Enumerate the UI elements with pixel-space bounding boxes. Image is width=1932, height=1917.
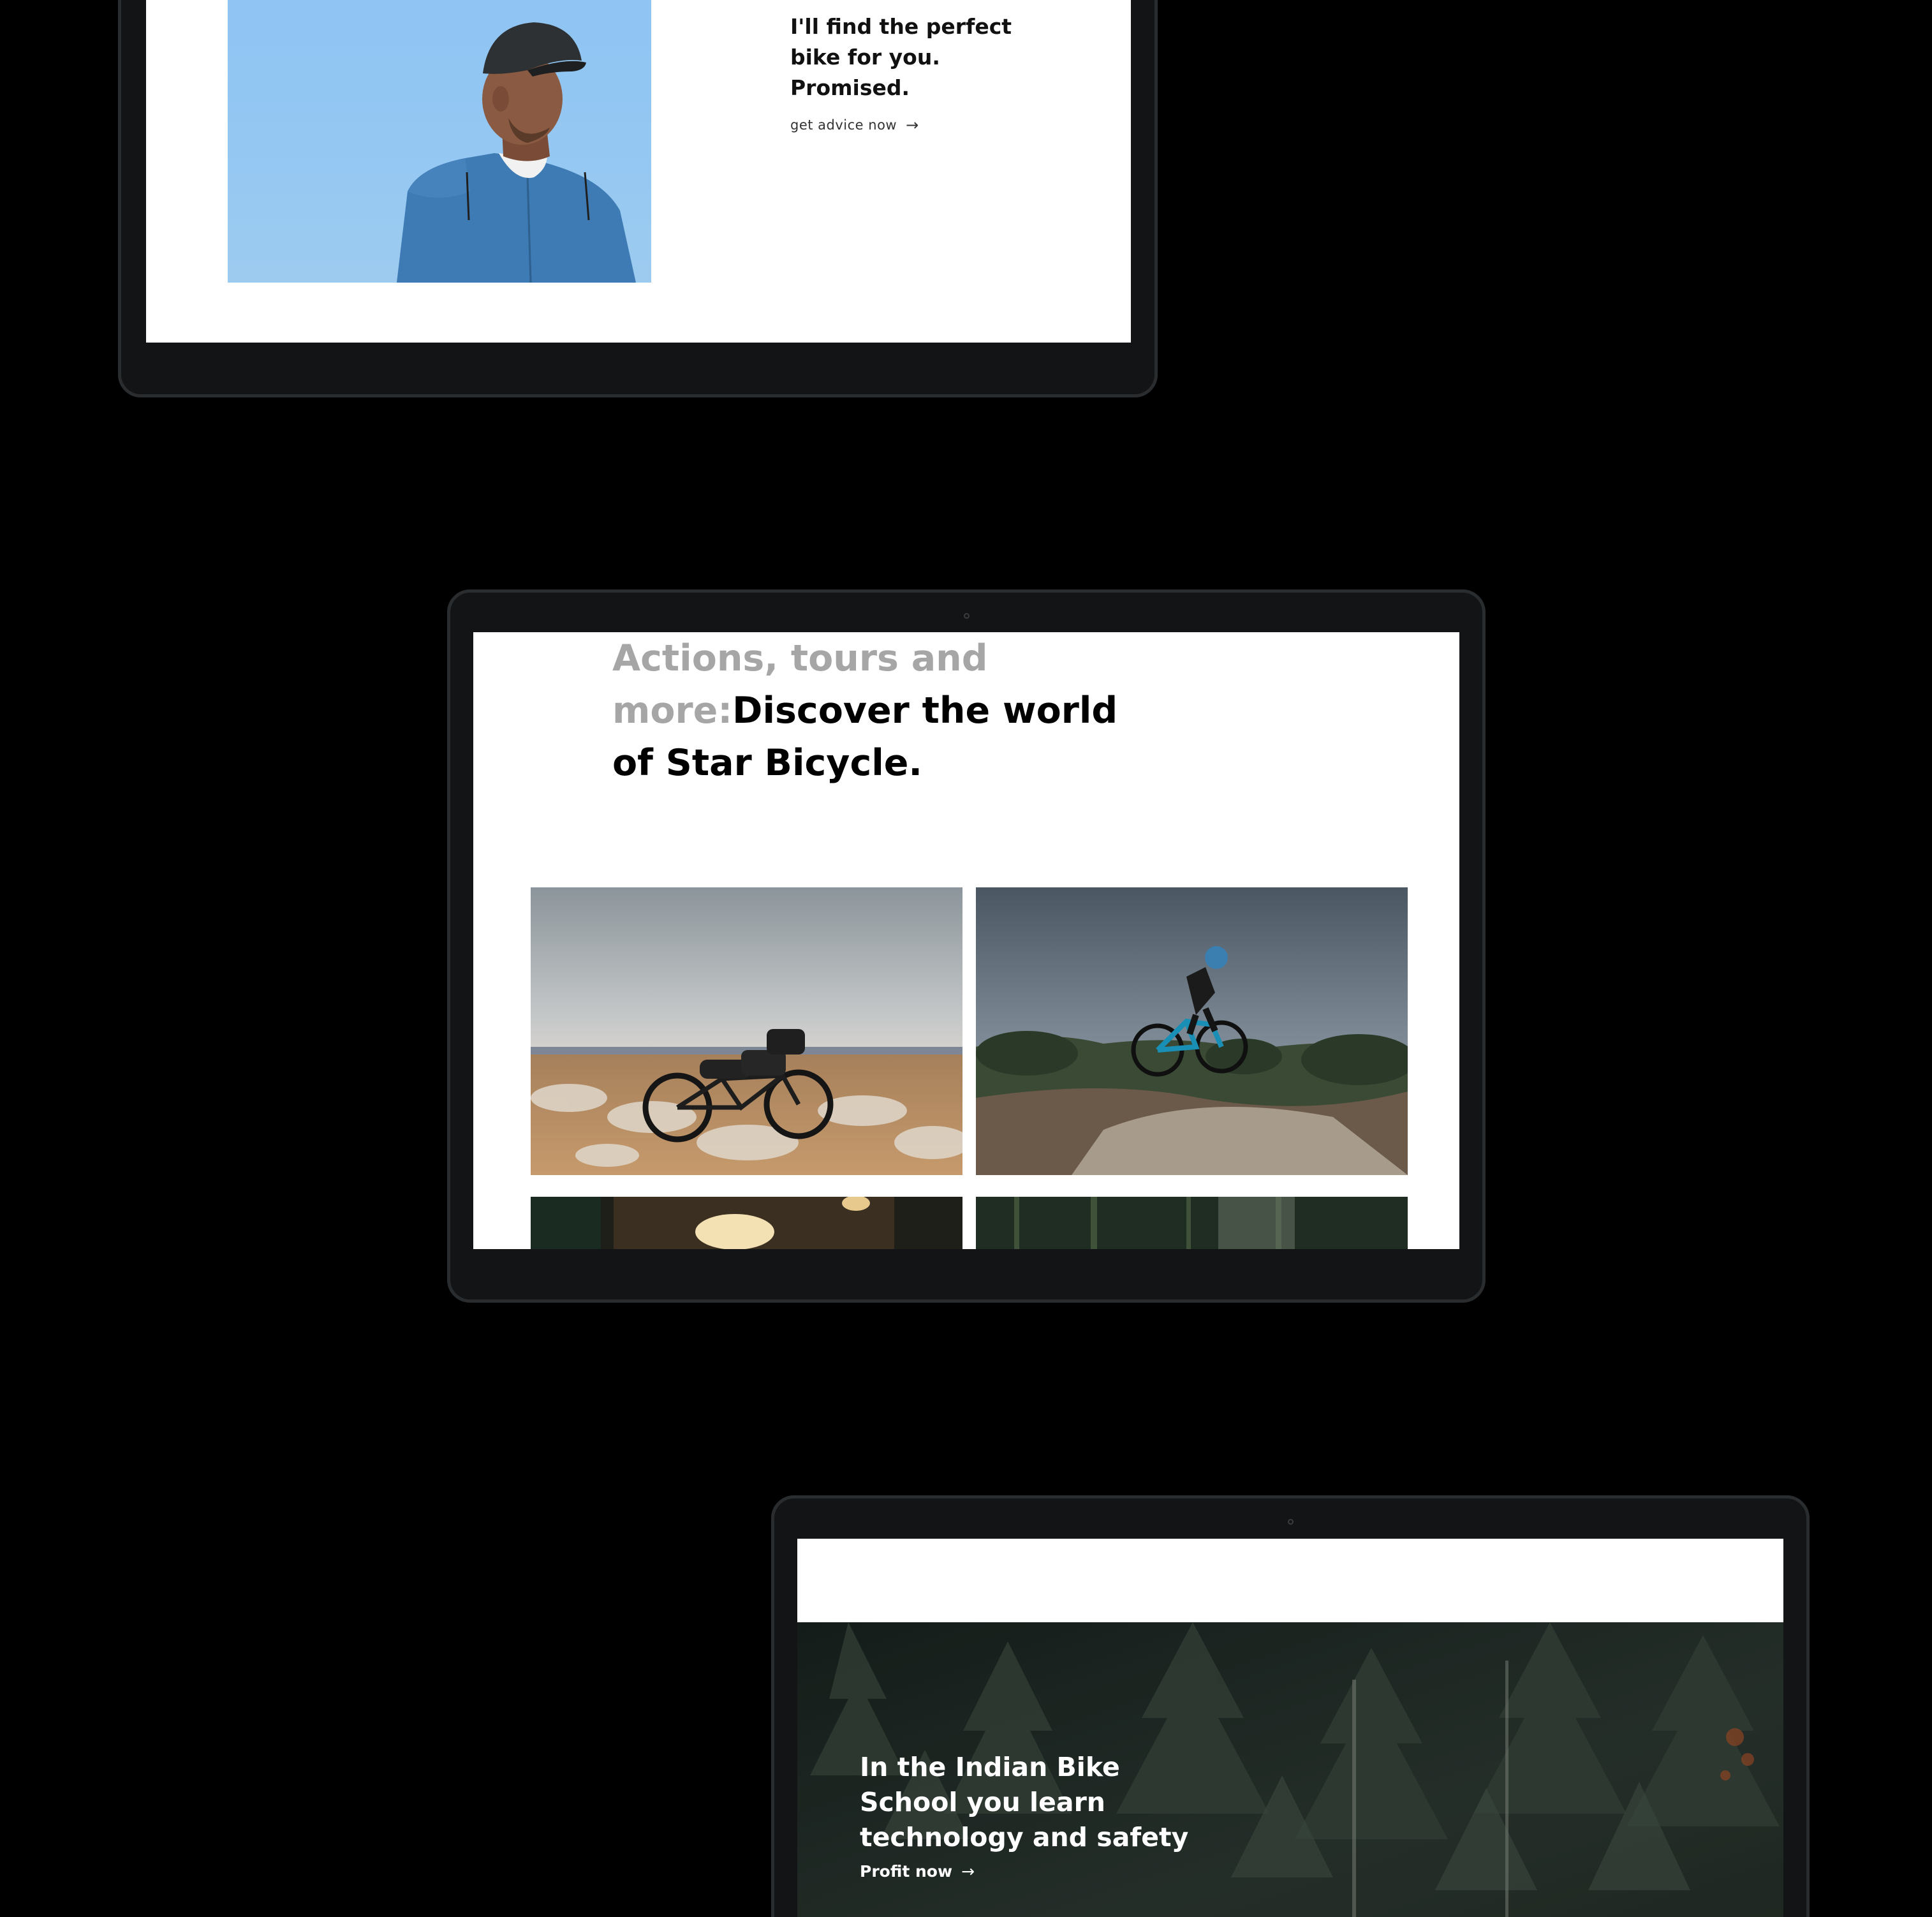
- school-title: In the Indian Bike School you learn tech…: [860, 1752, 1189, 1853]
- showcase-stage: I'll find the perfect bike for you. Prom…: [0, 0, 1932, 1917]
- profit-now-label: Profit now: [860, 1862, 953, 1881]
- profit-now-link[interactable]: Profit now →: [860, 1862, 975, 1881]
- camera-dot: [1288, 1519, 1294, 1525]
- camera-dot: [964, 613, 970, 619]
- desert-bike-image: [531, 887, 962, 1175]
- world-screen: Actions, tours and more:Discover the wor…: [473, 632, 1459, 1249]
- get-advice-link[interactable]: get advice now →: [790, 116, 1058, 134]
- forest-image: [976, 1197, 1408, 1249]
- school-screen: In the Indian Bike School you learn tech…: [797, 1539, 1783, 1917]
- arrow-right-icon: →: [906, 116, 919, 134]
- get-advice-label: get advice now: [790, 117, 897, 133]
- world-heading: Actions, tours and more:Discover the wor…: [612, 632, 1135, 789]
- tile-mtb-jump[interactable]: [976, 887, 1408, 1175]
- advice-screen: I'll find the perfect bike for you. Prom…: [146, 0, 1131, 343]
- arrow-right-icon: →: [961, 1862, 975, 1881]
- school-hero-image: In the Indian Bike School you learn tech…: [797, 1622, 1783, 1917]
- advisor-illustration: [397, 22, 636, 283]
- tile-forest[interactable]: [976, 1197, 1408, 1249]
- advice-title: I'll find the perfect bike for you. Prom…: [790, 14, 1012, 100]
- cafe-image: [531, 1197, 962, 1249]
- tablet-mockup-school: In the Indian Bike School you learn tech…: [771, 1495, 1810, 1917]
- mtb-jump-image: [976, 887, 1408, 1175]
- advisor-photo: [228, 0, 651, 283]
- tablet-mockup-advice: I'll find the perfect bike for you. Prom…: [118, 0, 1158, 397]
- tile-cafe[interactable]: [531, 1197, 962, 1249]
- tablet-mockup-world: Actions, tours and more:Discover the wor…: [447, 589, 1486, 1303]
- advice-block: I'll find the perfect bike for you. Prom…: [790, 11, 1058, 134]
- tile-desert-bike[interactable]: [531, 887, 962, 1175]
